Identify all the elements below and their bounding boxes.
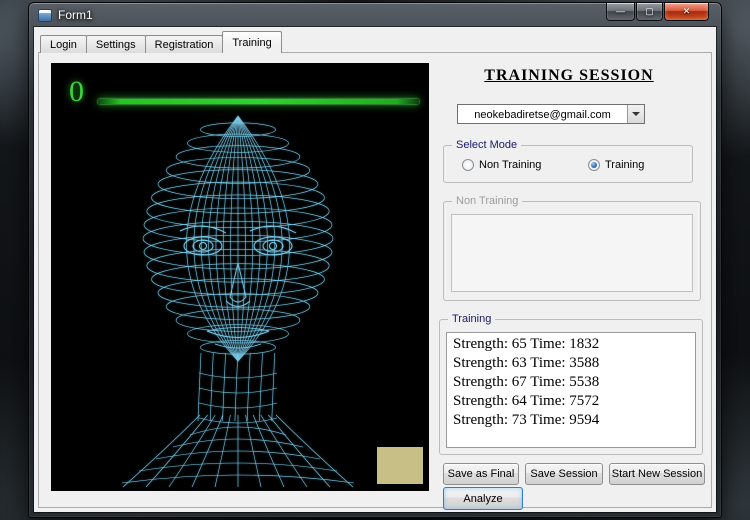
tab-login[interactable]: Login xyxy=(40,35,87,53)
radio-checked-icon xyxy=(588,159,600,171)
training-log-line: Strength: 73 Time: 9594 xyxy=(453,412,600,428)
tab-registration[interactable]: Registration xyxy=(144,35,224,53)
face-viewer: 0 xyxy=(51,63,429,491)
minimize-button[interactable]: — xyxy=(606,3,635,21)
training-group: Training Strength: 65 Time: 1832 Strengt… xyxy=(439,313,703,455)
start-new-session-button[interactable]: Start New Session xyxy=(609,463,705,485)
non-training-label: Non Training xyxy=(452,195,523,207)
strength-line xyxy=(98,99,419,104)
training-log-line: Strength: 64 Time: 7572 xyxy=(453,393,600,409)
strength-counter: 0 xyxy=(69,75,84,108)
tab-training[interactable]: Training xyxy=(222,31,282,53)
chevron-down-icon[interactable] xyxy=(627,105,644,123)
page-title: TRAINING SESSION xyxy=(484,67,654,84)
non-training-group: Non Training xyxy=(443,195,701,301)
select-mode-label: Select Mode xyxy=(452,139,522,151)
training-tab-page: 0 TRAINING SESSION neokebadiretse@gmail.… xyxy=(38,52,712,510)
wireframe-head xyxy=(121,115,355,488)
titlebar[interactable]: Form1 — ▢ ✕ xyxy=(29,3,721,27)
khaki-overlay xyxy=(377,447,423,484)
client-area: Login Settings Registration Training 0 T… xyxy=(34,27,716,512)
caption-buttons: — ▢ ✕ xyxy=(606,3,709,21)
training-log-line: Strength: 65 Time: 1832 xyxy=(453,336,600,352)
radio-training-label: Training xyxy=(605,159,645,171)
select-mode-group: Select Mode Non Training Training xyxy=(443,139,693,183)
tab-settings[interactable]: Settings xyxy=(85,35,146,53)
window-title: Form1 xyxy=(58,8,93,22)
training-log-line: Strength: 63 Time: 3588 xyxy=(453,355,600,371)
minimize-icon: — xyxy=(616,6,625,16)
save-session-button[interactable]: Save Session xyxy=(525,463,603,485)
radio-unchecked-icon xyxy=(462,159,474,171)
close-button[interactable]: ✕ xyxy=(664,3,709,21)
radio-non-training[interactable]: Non Training xyxy=(462,159,541,171)
save-as-final-button[interactable]: Save as Final xyxy=(443,463,519,485)
training-log-line: Strength: 67 Time: 5538 xyxy=(453,374,600,390)
radio-training[interactable]: Training xyxy=(588,159,644,171)
non-training-textbox xyxy=(451,214,693,292)
maximize-icon: ▢ xyxy=(645,6,654,16)
form-icon xyxy=(38,8,52,22)
maximize-button[interactable]: ▢ xyxy=(636,3,663,21)
tab-strip: Login Settings Registration Training xyxy=(40,31,282,53)
training-textbox[interactable]: Strength: 65 Time: 1832 Strength: 63 Tim… xyxy=(446,332,696,448)
account-email: neokebadiretse@gmail.com xyxy=(474,108,611,121)
account-combobox[interactable]: neokebadiretse@gmail.com xyxy=(457,104,645,124)
desktop-background: Form1 — ▢ ✕ Login Settings Registration … xyxy=(0,0,750,520)
app-window: Form1 — ▢ ✕ Login Settings Registration … xyxy=(28,2,722,518)
training-label: Training xyxy=(448,313,496,325)
analyze-button[interactable]: Analyze xyxy=(443,487,523,510)
close-icon: ✕ xyxy=(682,6,691,16)
radio-non-training-label: Non Training xyxy=(479,159,542,171)
